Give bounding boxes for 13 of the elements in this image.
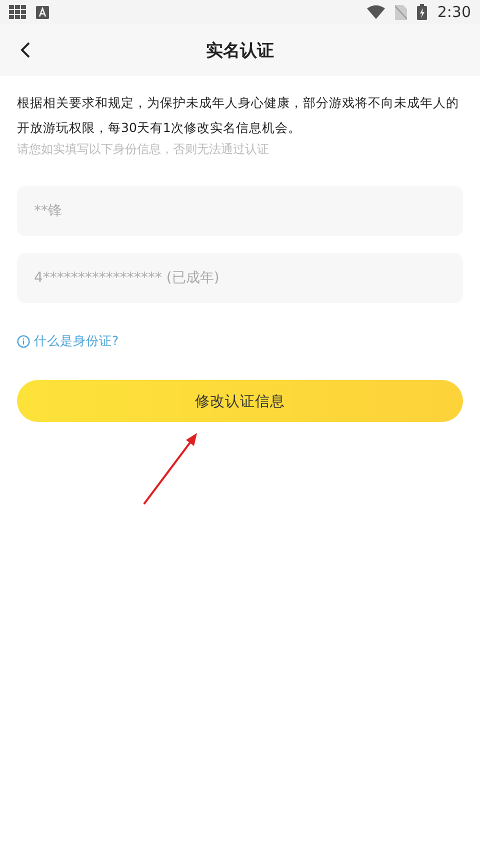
no-sim-icon (395, 4, 408, 20)
hint-text: 请您如实填写以下身份信息，否则无法通过认证 (17, 141, 270, 158)
status-time: 2:30 (437, 3, 471, 21)
notice-text: 根据相关要求和规定，为保护未成年人身心健康，部分游戏将不向未成年人的开放游玩权限，每30天有1次修改实名信息机会。 (17, 94, 460, 137)
battery-icon (417, 4, 428, 20)
wifi-icon (367, 5, 386, 19)
notification-icon (36, 6, 49, 18)
apps-grid-icon (9, 5, 26, 19)
page-title: 实名认证 (206, 40, 274, 62)
arrow-drawing (143, 433, 197, 505)
info-icon (17, 335, 30, 348)
help-link[interactable]: 什么是身份证? (17, 333, 119, 350)
submit-button[interactable]: 修改认证信息 (17, 380, 463, 422)
